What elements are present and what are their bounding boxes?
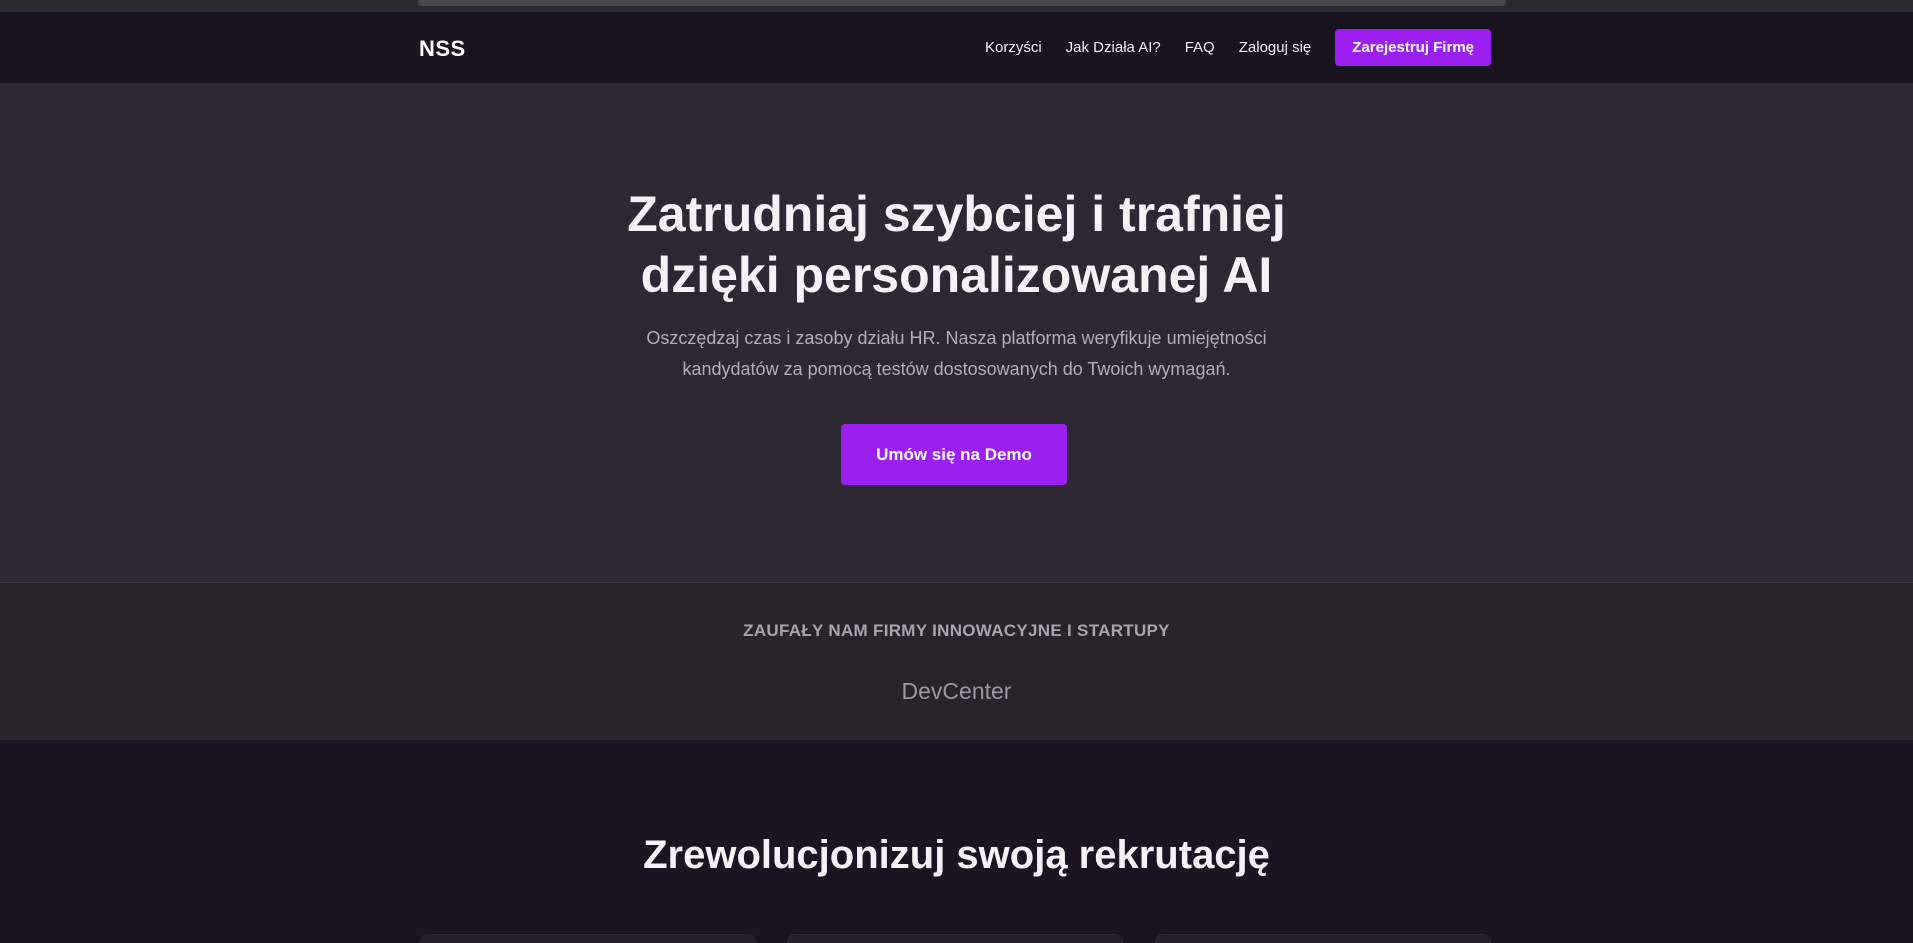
hero-title-line-1: Zatrudniaj szybciej i trafniej <box>627 186 1286 242</box>
features-section: Zrewolucjonizuj swoją rekrutację <box>0 740 1913 943</box>
nav-link-jak-dziala-ai[interactable]: Jak Działa AI? <box>1066 39 1161 56</box>
hero-subtitle: Oszczędzaj czas i zasoby działu HR. Nasz… <box>0 323 1913 385</box>
hero-title-line-2: dzięki personalizowanej AI <box>640 247 1273 303</box>
site-logo[interactable]: NSS <box>419 36 466 62</box>
feature-card <box>787 934 1123 943</box>
features-heading: Zrewolucjonizuj swoją rekrutację <box>643 833 1270 877</box>
book-demo-button[interactable]: Umów się na Demo <box>841 424 1067 485</box>
hero-title: Zatrudniaj szybciej i trafniej dzięki pe… <box>0 184 1913 306</box>
nav-link-korzysci[interactable]: Korzyści <box>985 39 1042 56</box>
navbar: NSS Korzyści Jak Działa AI? FAQ Zaloguj … <box>0 12 1913 83</box>
nav-link-faq[interactable]: FAQ <box>1185 39 1215 56</box>
feature-card <box>1155 934 1491 943</box>
scroll-indicator-bar <box>418 0 1506 6</box>
hero-section: Zatrudniaj szybciej i trafniej dzięki pe… <box>0 83 1913 583</box>
register-company-button[interactable]: Zarejestruj Firmę <box>1335 29 1491 66</box>
hero-subtitle-line-1: Oszczędzaj czas i zasoby działu HR. Nasz… <box>646 328 1267 348</box>
trusted-by-section: ZAUFAŁY NAM FIRMY INNOWACYJNE I STARTUPY… <box>0 583 1913 740</box>
trusted-by-heading: ZAUFAŁY NAM FIRMY INNOWACYJNE I STARTUPY <box>743 621 1170 640</box>
nav-link-login[interactable]: Zaloguj się <box>1239 39 1312 56</box>
partner-logo-devcenter: DevCenter <box>901 678 1012 704</box>
hero-subtitle-line-2: kandydatów za pomocą testów dostosowanyc… <box>682 359 1231 379</box>
feature-card <box>420 934 756 943</box>
browser-top-strip <box>0 0 1913 12</box>
nav-links: Korzyści Jak Działa AI? FAQ Zaloguj się … <box>985 29 1491 66</box>
page: NSS Korzyści Jak Działa AI? FAQ Zaloguj … <box>0 0 1913 943</box>
